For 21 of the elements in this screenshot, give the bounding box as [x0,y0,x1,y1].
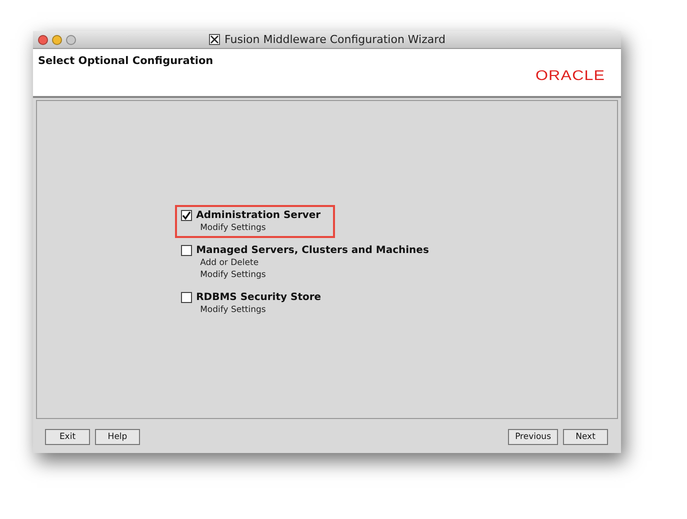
option-label[interactable]: RDBMS Security Store [196,292,322,303]
page-title: Select Optional Configuration [38,55,214,69]
checkbox[interactable] [181,245,192,256]
option-detail: Add or Delete [200,258,260,268]
checkbox[interactable] [181,292,192,303]
zoom-icon[interactable] [66,34,76,44]
option-detail: Modify Settings [200,270,267,280]
option-detail: Modify Settings [200,305,267,315]
window-title: Fusion Middleware Configuration Wizard [224,33,446,46]
wizard-button[interactable]: Exit [45,429,90,445]
option-label[interactable]: Administration Server [196,210,321,221]
close-icon[interactable] [38,34,48,44]
option-detail: Modify Settings [200,223,267,233]
x-window-icon [208,34,220,45]
option-label[interactable]: Managed Servers, Clusters and Machines [196,245,429,256]
wizard-button[interactable]: Help [95,429,140,445]
oracle-logo: ORACLE [536,67,606,83]
wizard-button[interactable]: Previous [508,429,558,445]
minimize-icon[interactable] [52,34,62,44]
checkbox[interactable] [181,210,192,221]
wizard-button[interactable]: Next [563,429,608,445]
